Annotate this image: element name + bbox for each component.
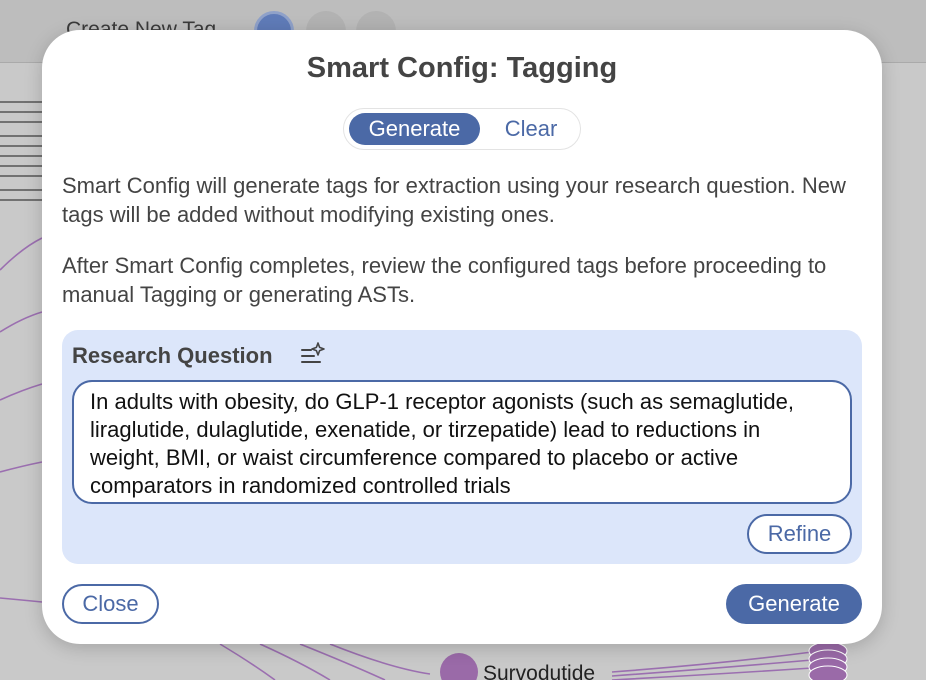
smart-config-dialog: Smart Config: Tagging Generate Clear Sma… — [42, 30, 882, 644]
research-question-label: Research Question — [72, 343, 273, 368]
dialog-title: Smart Config: Tagging — [306, 52, 618, 84]
research-question-input[interactable]: In adults with obesity, do GLP-1 recepto… — [72, 380, 852, 504]
refine-button[interactable]: Refine — [747, 514, 852, 554]
sparkle-list-icon[interactable] — [300, 341, 326, 367]
node-label: Survodutide — [483, 662, 596, 680]
mode-toggle: Generate Clear — [343, 108, 581, 150]
review-note-text: After Smart Config completes, review the… — [62, 253, 827, 307]
tab-generate[interactable]: Generate — [349, 113, 480, 145]
description-text: Smart Config will generate tags for extr… — [62, 173, 846, 227]
research-question-panel: Research Question In adults with obesity… — [62, 330, 862, 564]
tab-clear[interactable]: Clear — [484, 113, 578, 145]
close-button[interactable]: Close — [62, 584, 159, 624]
tag-node — [440, 653, 478, 680]
generate-button[interactable]: Generate — [726, 584, 862, 624]
